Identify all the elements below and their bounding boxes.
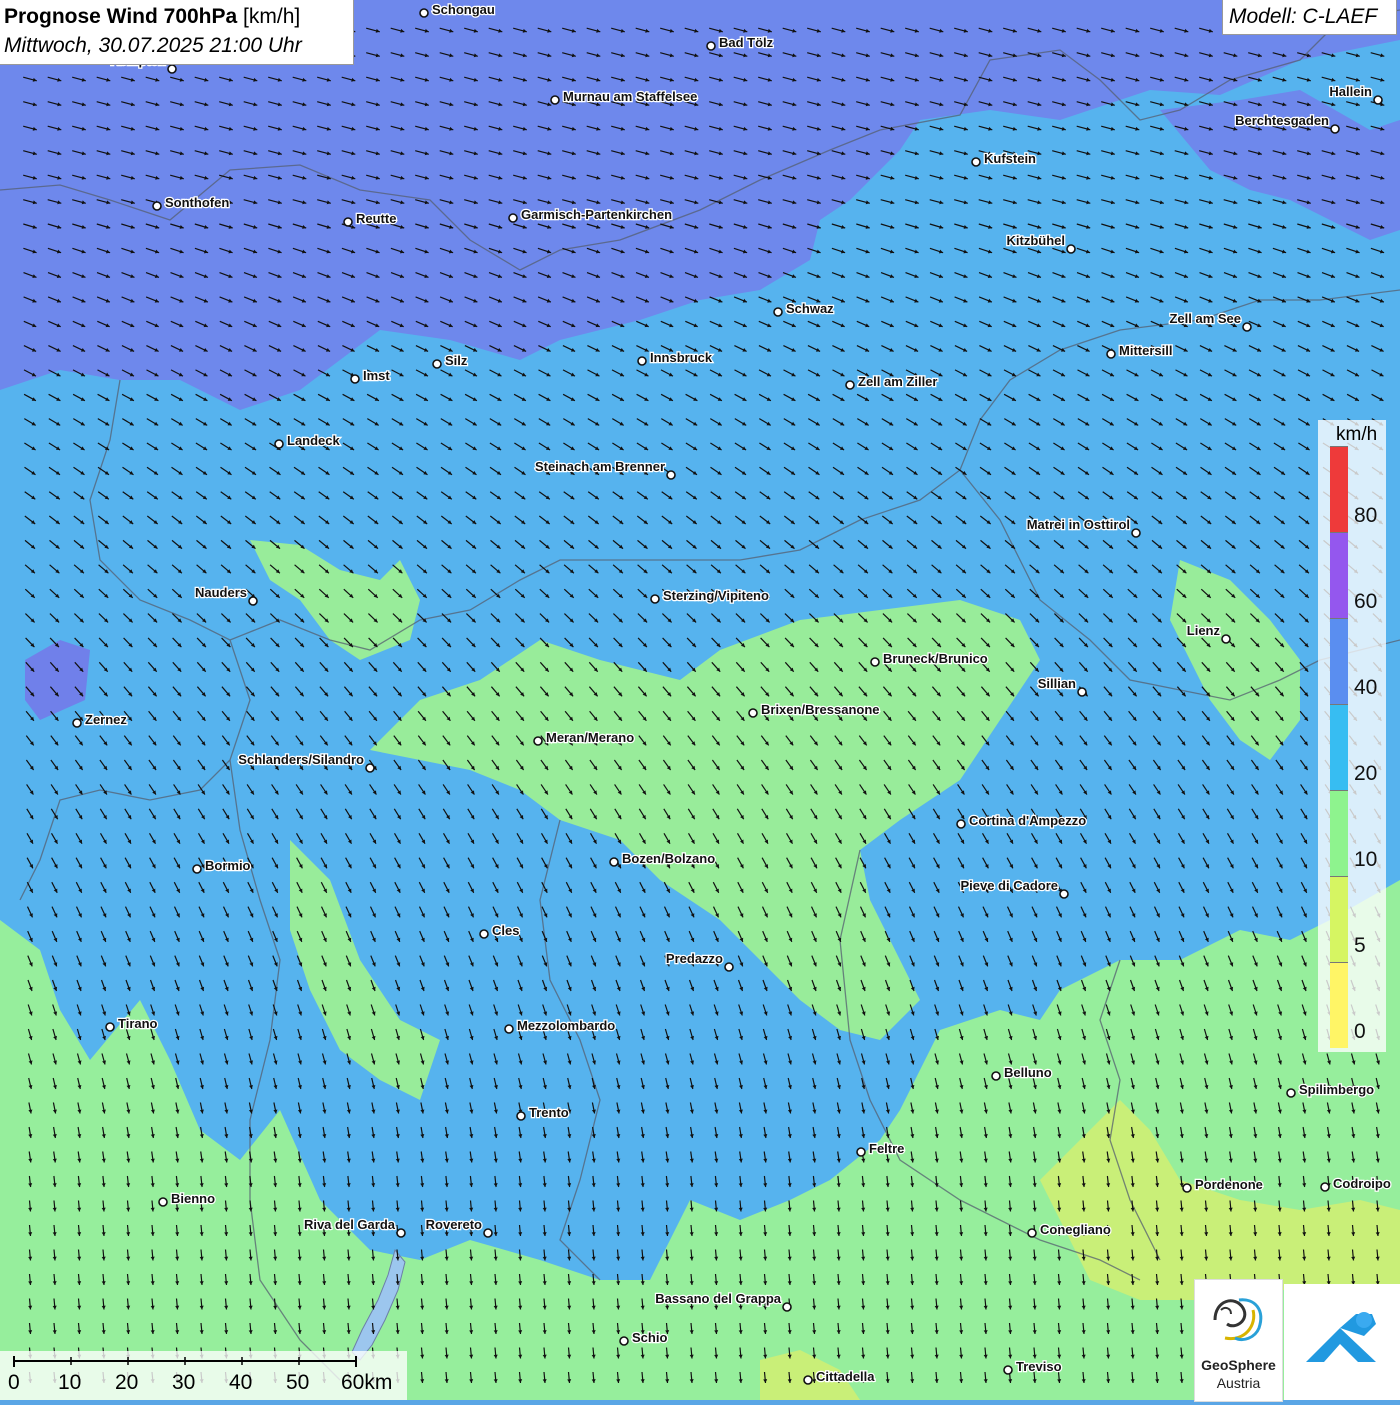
weather-map[interactable]: SchongauBad TölzKemptenMurnau am Staffel… (0, 0, 1400, 1400)
